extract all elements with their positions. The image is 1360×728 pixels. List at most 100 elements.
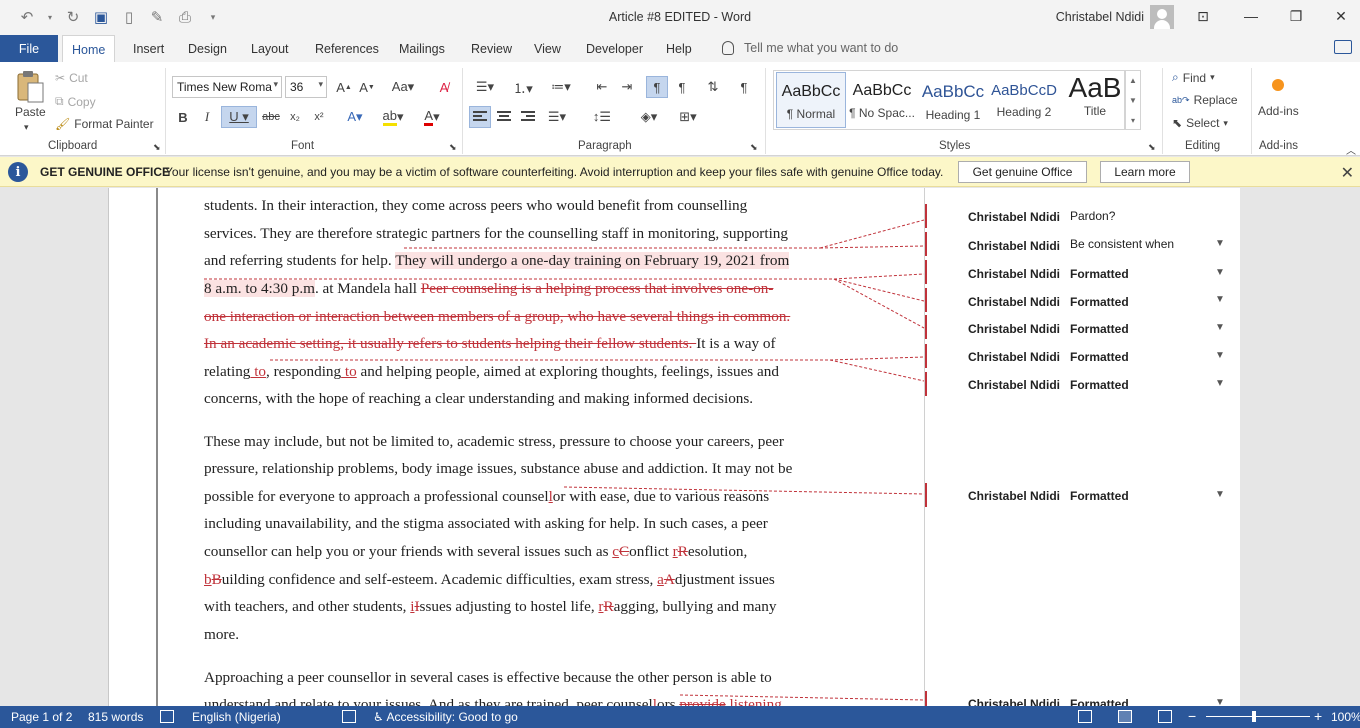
tab-review[interactable]: Review	[471, 35, 512, 62]
formatted-label[interactable]: Formatted	[1070, 267, 1129, 281]
strikethrough-icon[interactable]: abc	[260, 106, 282, 128]
proofing-icon[interactable]	[160, 710, 174, 723]
doc-line[interactable]: one interaction or interaction between m…	[204, 307, 834, 327]
tell-me-search[interactable]: Tell me what you want to do	[722, 41, 898, 55]
document-area[interactable]: students. In their interaction, they com…	[0, 188, 1360, 706]
style-normal[interactable]: AaBbCc ¶ Normal	[776, 72, 846, 128]
close-icon[interactable]: ✕	[1341, 163, 1354, 183]
select-button[interactable]: ⬉ Select ▾	[1172, 116, 1228, 130]
formatted-label[interactable]: Formatted	[1070, 378, 1129, 392]
decrease-indent-icon[interactable]: ⇤	[591, 76, 613, 98]
collapse-ribbon-icon[interactable]: ︿	[1346, 142, 1356, 157]
comment-author[interactable]: Christabel Ndidi	[968, 350, 1060, 364]
doc-line[interactable]: more.	[204, 625, 834, 645]
borders-icon[interactable]: ⊞▾	[672, 106, 704, 128]
cut-button[interactable]: ✂ Cut	[55, 71, 88, 85]
find-button[interactable]: ⌕ Find ▾	[1172, 70, 1215, 85]
doc-line[interactable]: 8 a.m. to 4:30 p.m. at Mandela hall Peer…	[204, 279, 834, 299]
style-no-spacing[interactable]: AaBbCc ¶ No Spac...	[847, 72, 917, 128]
customize-toolbar-icon[interactable]: ▾	[204, 8, 222, 26]
formatted-label[interactable]: Formatted	[1070, 322, 1129, 336]
formatted-label[interactable]: Formatted	[1070, 295, 1129, 309]
word-count[interactable]: 815 words	[88, 710, 143, 724]
font-launcher-icon[interactable]: ⬊	[449, 142, 457, 153]
clipboard-launcher-icon[interactable]: ⬊	[153, 142, 161, 153]
get-genuine-office-button[interactable]: Get genuine Office	[958, 161, 1087, 183]
minimize-button[interactable]: —	[1236, 4, 1266, 28]
zoom-level[interactable]: 100%	[1331, 710, 1360, 724]
draw-icon[interactable]: ✎	[148, 8, 166, 26]
tab-mailings[interactable]: Mailings	[399, 35, 445, 62]
multilevel-list-icon[interactable]: ≔▾	[546, 76, 576, 98]
styles-gallery-scroll[interactable]: ▲ ▼ ▾	[1125, 70, 1141, 130]
language[interactable]: English (Nigeria)	[192, 710, 281, 724]
macro-recording-icon[interactable]	[342, 710, 356, 723]
subscript-icon[interactable]: x₂	[284, 106, 306, 128]
chevron-down-icon[interactable]: ▼	[1126, 91, 1140, 111]
tab-insert[interactable]: Insert	[133, 35, 164, 62]
font-size-combo[interactable]: 36 ▾	[285, 76, 327, 98]
styles-launcher-icon[interactable]: ⬊	[1148, 142, 1156, 153]
comment-author[interactable]: Christabel Ndidi	[968, 210, 1060, 224]
comment-author[interactable]: Christabel Ndidi	[968, 697, 1060, 706]
format-painter-button[interactable]: 🖌 Format Painter	[55, 117, 154, 131]
ltr-direction-icon[interactable]: ¶	[646, 76, 668, 98]
learn-more-button[interactable]: Learn more	[1100, 161, 1190, 183]
restore-button[interactable]: ❐	[1281, 4, 1311, 28]
copy-button[interactable]: ⧉ Copy	[55, 94, 96, 109]
paste-icon[interactable]	[14, 70, 46, 104]
chevron-down-icon[interactable]: ▼	[1215, 378, 1225, 389]
close-window-button[interactable]: ✕	[1326, 4, 1356, 28]
zoom-slider[interactable]	[1206, 716, 1310, 717]
doc-line[interactable]: These may include, but not be limited to…	[204, 432, 834, 452]
show-formatting-marks-icon[interactable]: ¶	[733, 76, 755, 98]
comment-author[interactable]: Christabel Ndidi	[968, 322, 1060, 336]
line-spacing-icon[interactable]: ↕☰	[586, 106, 618, 128]
italic-icon[interactable]: I	[196, 106, 218, 128]
more-styles-icon[interactable]: ▾	[1126, 111, 1140, 131]
doc-line[interactable]: services. They are therefore strategic p…	[204, 224, 834, 244]
doc-line[interactable]: Approaching a peer counsellor in several…	[204, 668, 834, 688]
doc-line[interactable]: and referring students for help. They wi…	[204, 251, 834, 271]
chevron-down-icon[interactable]: ▼	[1215, 350, 1225, 361]
web-layout-icon[interactable]	[1158, 710, 1172, 723]
chevron-up-icon[interactable]: ▲	[1126, 71, 1140, 91]
save-icon[interactable]: ▣	[92, 8, 110, 26]
sort-icon[interactable]: ⇅	[702, 76, 724, 98]
doc-line[interactable]: understand and relate to your issues. An…	[204, 695, 834, 706]
comments-icon[interactable]	[1334, 40, 1352, 54]
superscript-icon[interactable]: x²	[308, 106, 330, 128]
chevron-down-icon[interactable]: ▼	[1215, 238, 1225, 249]
redo-icon[interactable]: ↻	[64, 8, 82, 26]
add-ins-icon[interactable]	[1272, 79, 1284, 91]
chevron-down-icon[interactable]: ▼	[1215, 697, 1225, 706]
comment-author[interactable]: Christabel Ndidi	[968, 378, 1060, 392]
page-count[interactable]: Page 1 of 2	[11, 710, 72, 724]
highlight-color-icon[interactable]: ab ▾	[377, 106, 409, 128]
comment-author[interactable]: Christabel Ndidi	[968, 239, 1060, 253]
bullets-icon[interactable]: ☰▾	[470, 76, 500, 98]
paragraph-launcher-icon[interactable]: ⬊	[750, 142, 758, 153]
tab-home[interactable]: Home	[62, 35, 116, 63]
ribbon-display-options-icon[interactable]: ⊡	[1188, 4, 1218, 28]
shading-icon[interactable]: ◈▾	[632, 106, 666, 128]
shrink-font-icon[interactable]: A ▼	[356, 76, 378, 98]
doc-line[interactable]: including unavailability, and the stigma…	[204, 514, 834, 534]
comment-text[interactable]: Pardon?	[1070, 209, 1115, 223]
underline-icon[interactable]: U ▾	[221, 106, 257, 128]
chevron-down-icon[interactable]: ▼	[1215, 322, 1225, 333]
text-effects-icon[interactable]: A▾	[340, 106, 370, 128]
zoom-in-icon[interactable]: +	[1314, 708, 1322, 724]
undo-dropdown-icon[interactable]: ▾	[46, 8, 54, 26]
print-layout-icon[interactable]	[1118, 710, 1132, 723]
formatted-label[interactable]: Formatted	[1070, 350, 1129, 364]
formatted-label[interactable]: Formatted	[1070, 697, 1129, 706]
doc-line[interactable]: possible for everyone to approach a prof…	[204, 487, 834, 507]
zoom-out-icon[interactable]: −	[1188, 708, 1196, 724]
justify-icon[interactable]: ☰▾	[541, 106, 573, 128]
style-title[interactable]: AaB Title	[1060, 72, 1130, 128]
undo-icon[interactable]: ↶	[18, 8, 36, 26]
new-document-icon[interactable]: ▯	[120, 8, 138, 26]
chevron-down-icon[interactable]: ▼	[1215, 294, 1225, 305]
style-heading-2[interactable]: AaBbCcD Heading 2	[989, 72, 1059, 128]
